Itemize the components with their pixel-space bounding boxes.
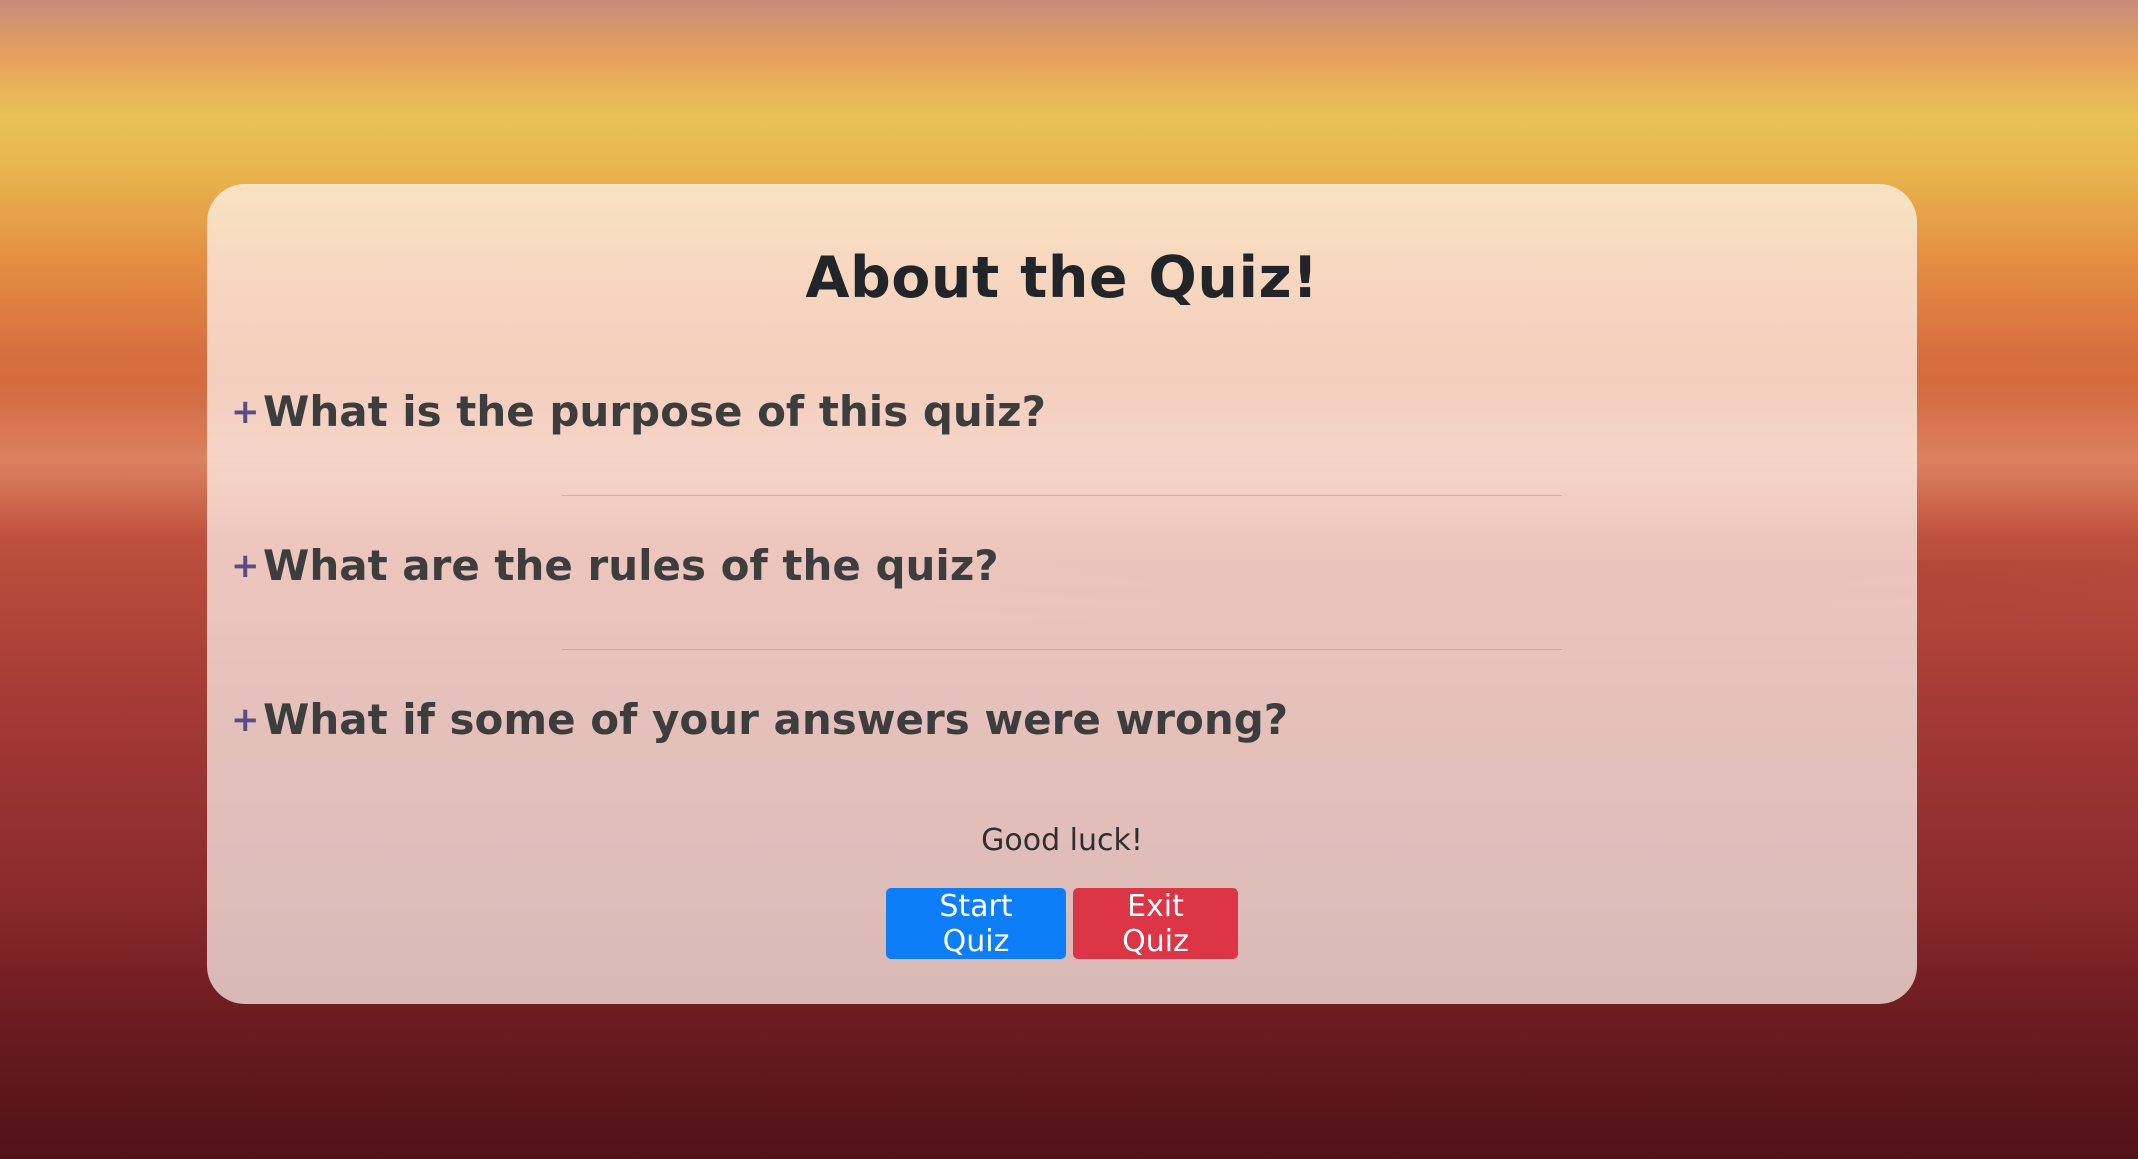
faq-question[interactable]: What if some of your answers were wrong? <box>263 699 1288 741</box>
faq-question[interactable]: What are the rules of the quiz? <box>263 545 999 587</box>
divider <box>562 495 1562 496</box>
quiz-info-card: About the Quiz! + What is the purpose of… <box>207 184 1917 1004</box>
divider <box>562 649 1562 650</box>
faq-question[interactable]: What is the purpose of this quiz? <box>263 391 1046 433</box>
plus-icon[interactable]: + <box>231 395 260 429</box>
action-buttons: Start Quiz Exit Quiz <box>207 888 1917 959</box>
plus-icon[interactable]: + <box>231 549 260 583</box>
exit-quiz-button[interactable]: Exit Quiz <box>1073 888 1238 959</box>
page-title: About the Quiz! <box>805 245 1319 311</box>
faq-item-rules[interactable]: + What are the rules of the quiz? <box>231 536 1893 596</box>
start-quiz-button[interactable]: Start Quiz <box>886 888 1066 959</box>
faq-item-purpose[interactable]: + What is the purpose of this quiz? <box>231 382 1893 442</box>
plus-icon[interactable]: + <box>231 703 260 737</box>
closing-text: Good luck! <box>981 823 1143 858</box>
faq-item-wrong-answers[interactable]: + What if some of your answers were wron… <box>231 690 1893 750</box>
